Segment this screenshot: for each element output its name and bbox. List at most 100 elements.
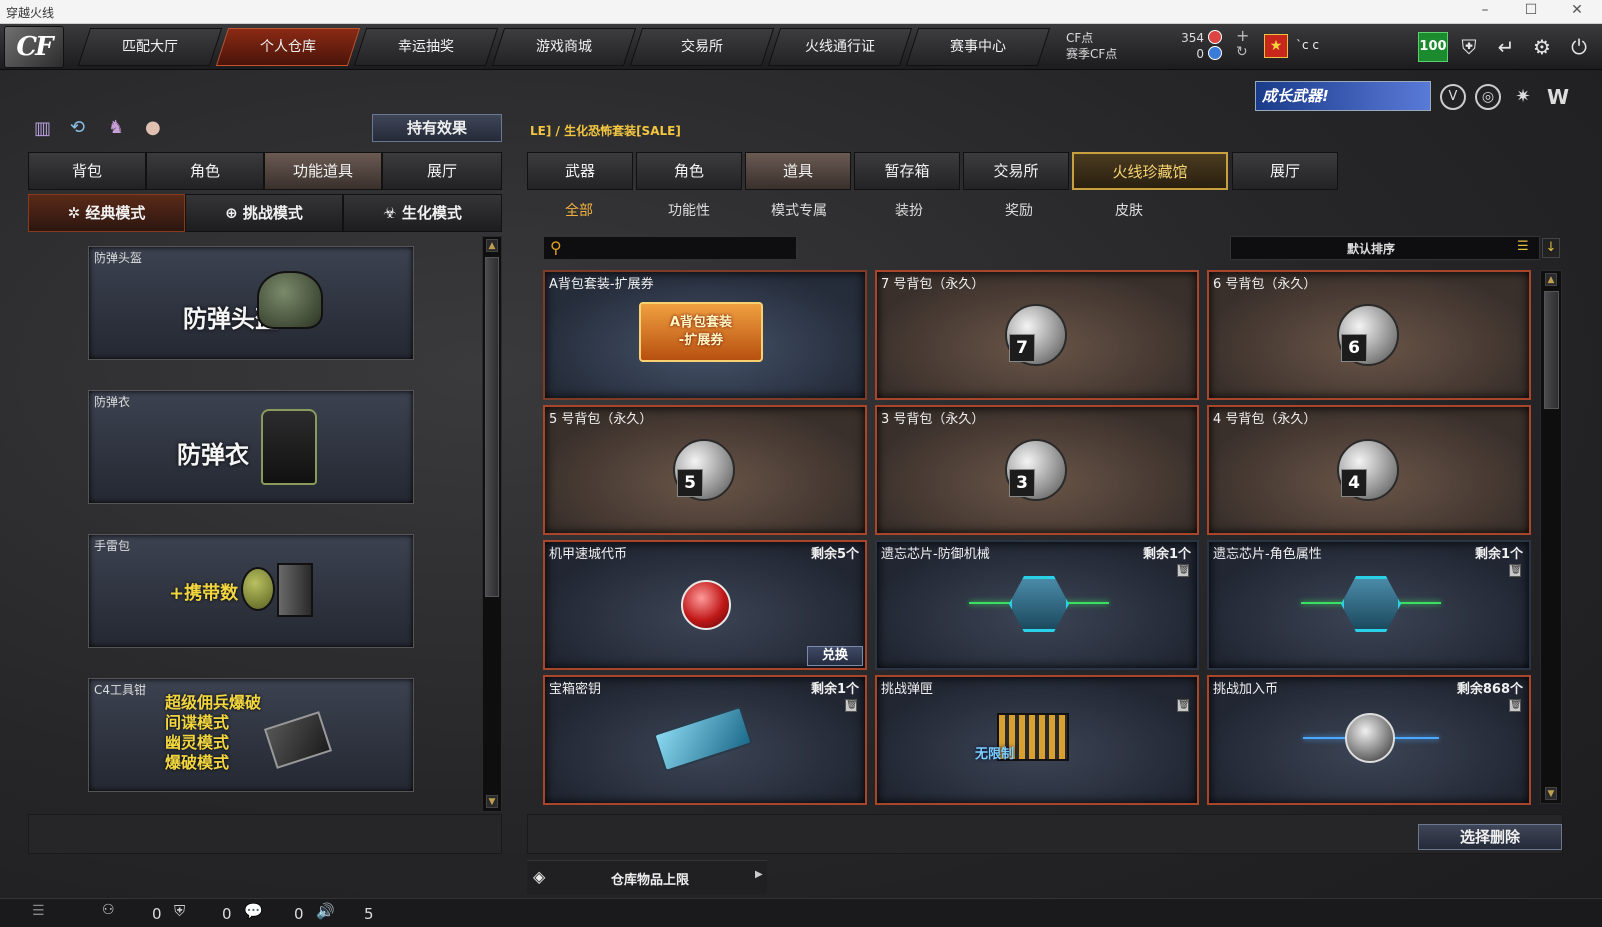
exchange-button[interactable]: 兑换	[807, 646, 863, 666]
item-card-label: 手雷包	[94, 539, 131, 553]
cf-coin-icon	[1208, 30, 1222, 44]
item-card[interactable]: 遗忘芯片-角色属性 剩余1个 🗑	[1207, 540, 1531, 670]
tab-battle-pass[interactable]: 火线通行证	[767, 28, 913, 66]
tab-gallery[interactable]: 展厅	[1232, 152, 1338, 190]
menu-icon[interactable]: ☰	[32, 903, 45, 919]
cf-logo[interactable]: CF	[4, 26, 64, 68]
nav-tab-label: 游戏商城	[536, 39, 592, 55]
item-card[interactable]: 机甲速城代币 剩余5个 兑换	[543, 540, 867, 670]
item-card[interactable]: A背包套装-扩展券 A背包套装 -扩展券	[543, 270, 867, 400]
trash-icon[interactable]: 🗑	[1177, 699, 1189, 712]
trash-icon[interactable]: 🗑	[1509, 564, 1521, 577]
tab-showroom[interactable]: 展厅	[382, 152, 502, 190]
v-badge-icon[interactable]: V	[1440, 84, 1466, 110]
item-card[interactable]: 3 号背包（永久） 3	[875, 405, 1199, 535]
scroll-down-arrow[interactable]: ▼	[486, 795, 498, 808]
tab-game-shop[interactable]: 游戏商城	[491, 28, 637, 66]
item-card-vest[interactable]: 防弹衣 防弹衣	[88, 390, 414, 504]
promo-banner[interactable]: 成长武器!	[1255, 81, 1431, 111]
subtab-functional[interactable]: 功能性	[637, 200, 741, 220]
mode-classic[interactable]: ✲ 经典模式	[28, 194, 185, 232]
item-card[interactable]: 6 号背包（永久） 6	[1207, 270, 1531, 400]
tab-weapons[interactable]: 武器	[527, 152, 633, 190]
search-icon[interactable]: ⚲	[550, 238, 562, 257]
return-icon[interactable]: ↵	[1492, 33, 1520, 61]
tab-backpack[interactable]: 背包	[28, 152, 146, 190]
expand-arrow-icon[interactable]: ▶	[755, 869, 763, 880]
refresh-icon[interactable]: ↻	[1236, 44, 1248, 60]
capacity-bar[interactable]: ◈ 仓库物品上限 ▶	[527, 860, 767, 894]
scroll-thumb[interactable]	[1544, 291, 1559, 409]
item-card[interactable]: 挑战加入币 剩余868个 🗑	[1207, 675, 1531, 805]
mode-zombie[interactable]: ☣ 生化模式	[343, 194, 502, 232]
effects-button[interactable]: 持有效果	[372, 114, 502, 142]
minimize-button[interactable]: –	[1470, 2, 1500, 22]
subtab-all[interactable]: 全部	[527, 200, 631, 220]
speaker-icon[interactable]: 🔊	[316, 902, 335, 920]
sort-dropdown[interactable]: 默认排序 ☰	[1230, 236, 1540, 260]
mode-tabs: ✲ 经典模式 ⊕ 挑战模式 ☣ 生化模式	[28, 194, 502, 232]
trash-icon[interactable]: 🗑	[1177, 564, 1189, 577]
character-icon[interactable]: ♞	[108, 117, 132, 141]
sort-direction-icon[interactable]: ↓	[1542, 238, 1560, 258]
subtab-skins[interactable]: 皮肤	[1077, 200, 1181, 220]
level-badge[interactable]: 100	[1418, 32, 1448, 62]
chat-icon[interactable]: 💬	[244, 902, 263, 920]
scroll-thumb[interactable]	[485, 257, 499, 597]
mode-challenge[interactable]: ⊕ 挑战模式	[185, 194, 343, 232]
item-card-c4-pliers[interactable]: C4工具钳 超级佣兵爆破 间谍模式 幽灵模式 爆破模式	[88, 678, 414, 792]
scroll-up-arrow[interactable]: ▲	[1545, 273, 1557, 286]
right-scrollbar[interactable]: ▲ ▼	[1540, 270, 1562, 804]
add-points-icon[interactable]: +	[1236, 26, 1249, 45]
tab-temp-box[interactable]: 暂存箱	[854, 152, 960, 190]
tab-match-lobby[interactable]: 匹配大厅	[77, 28, 223, 66]
scroll-up-arrow[interactable]: ▲	[486, 239, 498, 252]
clan-icon[interactable]: ⛨	[174, 902, 185, 920]
close-button[interactable]: ✕	[1562, 2, 1592, 22]
item-card[interactable]: 挑战弹匣 🗑 无限制	[875, 675, 1199, 805]
item-card-grenade-pack[interactable]: 手雷包 +携带数	[88, 534, 414, 648]
item-card[interactable]: 遗忘芯片-防御机械 剩余1个 🗑	[875, 540, 1199, 670]
medal-icon[interactable]: ✷	[1510, 84, 1536, 110]
tab-trade[interactable]: 交易所	[963, 152, 1069, 190]
tab-lucky-draw[interactable]: 幸运抽奖	[353, 28, 499, 66]
list-view-icon[interactable]: ☰	[1517, 239, 1529, 254]
tab-functional-items[interactable]: 功能道具	[264, 152, 382, 190]
chat-count: 0	[294, 905, 304, 923]
globe-icon[interactable]: ◎	[1475, 84, 1501, 110]
status-bar: ☰ ⚇ 0 ⛨ 0 💬 0 🔊 5	[0, 898, 1602, 927]
friends-icon[interactable]: ⚇	[102, 902, 115, 918]
item-card[interactable]: 4 号背包（永久） 4	[1207, 405, 1531, 535]
scroll-down-arrow[interactable]: ▼	[1545, 787, 1557, 800]
subtab-mode-exclusive[interactable]: 模式专属	[747, 200, 851, 220]
rank-emblem-icon[interactable]: ★	[1264, 34, 1288, 58]
gear-icon[interactable]: ⚙	[1528, 33, 1556, 61]
tab-collection-hall[interactable]: 火线珍藏馆	[1072, 152, 1228, 190]
item-card-helmet[interactable]: 防弹头盔 防弹头盔	[88, 246, 414, 360]
trash-icon[interactable]: 🗑	[1509, 699, 1521, 712]
subtab-costume[interactable]: 装扮	[857, 200, 961, 220]
tab-personal-storage[interactable]: 个人仓库	[215, 28, 361, 66]
swap-icon[interactable]: ⟲	[70, 117, 94, 141]
tab-events[interactable]: 赛事中心	[905, 28, 1051, 66]
item-card[interactable]: 宝箱密钥 剩余1个 🗑	[543, 675, 867, 805]
item-card[interactable]: 5 号背包（永久） 5	[543, 405, 867, 535]
trash-icon[interactable]: 🗑	[845, 699, 857, 712]
tab-exchange[interactable]: 交易所	[629, 28, 775, 66]
tab-items[interactable]: 道具	[745, 152, 851, 190]
stats-icon[interactable]: ▥	[34, 118, 56, 140]
subtab-rewards[interactable]: 奖励	[967, 200, 1071, 220]
item-card-title: +携带数	[169, 583, 239, 604]
power-icon[interactable]: ⏻	[1565, 33, 1593, 61]
nav-tab-label: 火线通行证	[805, 39, 875, 55]
tab-character[interactable]: 角色	[146, 152, 264, 190]
grenade-icon[interactable]: ●	[145, 117, 169, 141]
tab-characters[interactable]: 角色	[636, 152, 742, 190]
w-badge-icon[interactable]: W	[1545, 84, 1571, 110]
maximize-button[interactable]: ☐	[1516, 2, 1546, 22]
shield-icon[interactable]: ⛨	[1455, 33, 1483, 61]
select-delete-button[interactable]: 选择删除	[1418, 824, 1562, 850]
left-scrollbar[interactable]: ▲ ▼	[482, 236, 502, 812]
item-card[interactable]: 7 号背包（永久） 7	[875, 270, 1199, 400]
search-input[interactable]	[572, 239, 792, 257]
